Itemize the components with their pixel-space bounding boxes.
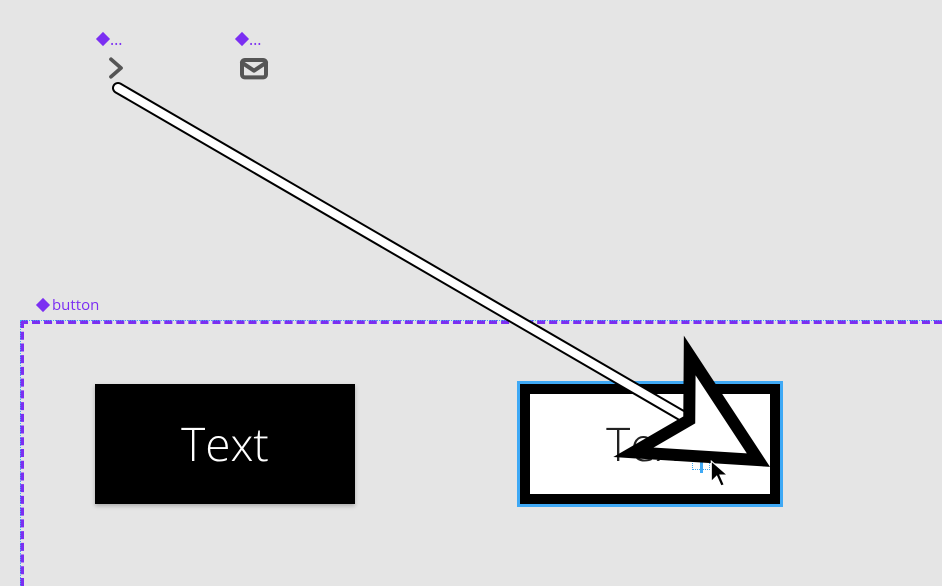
frame-title: button bbox=[52, 295, 99, 315]
component-ellipsis: … bbox=[110, 34, 123, 44]
component-badge-mail[interactable]: … bbox=[237, 34, 262, 44]
button-label: Text bbox=[606, 413, 694, 475]
component-frame-label[interactable]: button bbox=[38, 295, 99, 315]
button-variant-dark[interactable]: Text bbox=[95, 384, 355, 504]
design-canvas[interactable]: … … button Text Text bbox=[0, 0, 942, 586]
component-diamond-icon bbox=[235, 32, 249, 46]
button-label: Text bbox=[181, 413, 269, 475]
chevron-right-icon[interactable] bbox=[100, 52, 132, 84]
component-diamond-icon bbox=[96, 32, 110, 46]
text-caret bbox=[700, 415, 703, 473]
component-diamond-icon bbox=[36, 298, 50, 312]
cursor-pointer-icon bbox=[710, 460, 732, 488]
component-badge-chevron[interactable]: … bbox=[98, 34, 123, 44]
button-variant-light[interactable]: Text bbox=[520, 384, 780, 504]
mail-icon[interactable] bbox=[238, 52, 270, 84]
component-ellipsis: … bbox=[249, 34, 262, 44]
